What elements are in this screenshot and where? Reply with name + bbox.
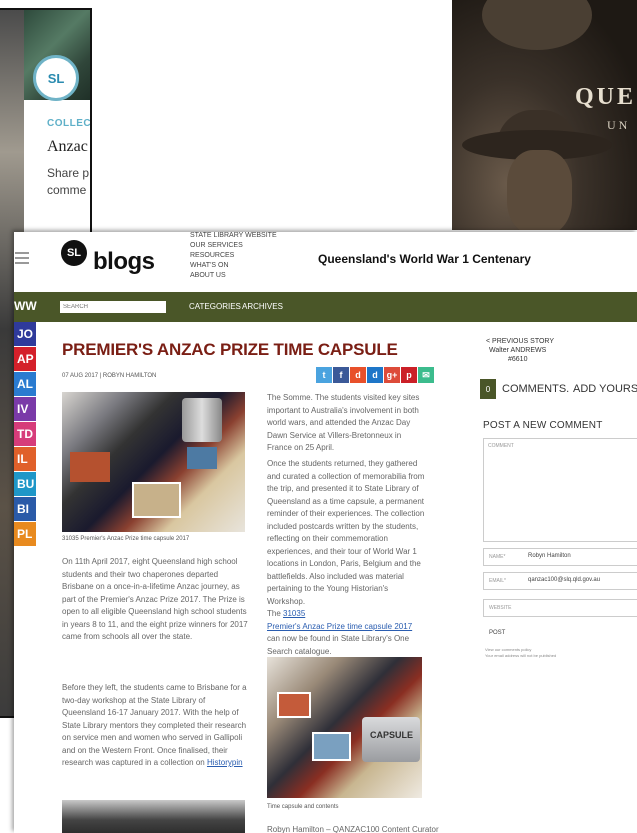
blogs-logo-text[interactable]: blogs [93, 248, 155, 276]
capsule-contents-photo[interactable]: CAPSULE [267, 657, 422, 798]
site-title[interactable]: Queensland's World War 1 Centenary [318, 252, 531, 266]
comments-label: COMMENTS. [502, 383, 570, 395]
nav-categories[interactable]: CATEGORIES [189, 302, 241, 311]
side-tab-jo[interactable]: JO [14, 322, 36, 346]
photo-title-fragment: QUE [575, 84, 637, 110]
capsule-tin: CAPSULE [362, 717, 420, 762]
sl-logo-badge: SL [33, 55, 79, 101]
nav-ww-tab[interactable]: WW [14, 299, 37, 313]
side-tab-iv[interactable]: IV [14, 397, 36, 421]
email-field[interactable]: EMAIL* qanzac100@slq.qld.gov.au [483, 572, 637, 590]
card-title[interactable]: Anzac [47, 138, 88, 156]
email-label: EMAIL* [489, 578, 506, 584]
paragraph-5-suffix: can now be found in State Library's One … [267, 634, 410, 656]
comment-placeholder: COMMENT [488, 443, 514, 449]
post-paragraph-3: The Somme. The students visited key site… [267, 393, 420, 452]
sl-logo-icon[interactable]: SL [61, 240, 87, 266]
paragraph-2-text: Before they left, the students came to B… [62, 683, 247, 767]
paragraph-5-prefix: The [267, 609, 284, 618]
post-title: PREMIER'S ANZAC PRIZE TIME CAPSULE [62, 340, 398, 359]
top-link-state-library[interactable]: STATE LIBRARY WEBSITE [190, 232, 277, 241]
post-paragraph-1: On 11th April 2017, eight Queensland hig… [62, 557, 248, 641]
post-new-comment-heading: POST A NEW COMMENT [483, 420, 603, 431]
photo-print-shape [132, 482, 181, 518]
time-capsule-photo[interactable] [62, 392, 245, 532]
card-collection-label: COLLECTI [47, 118, 92, 129]
comment-textarea[interactable]: COMMENT [483, 438, 637, 542]
historypin-link[interactable]: Historypin [207, 758, 243, 767]
postcard-shape [277, 692, 311, 718]
nav-archives[interactable]: ARCHIVES [242, 302, 283, 311]
soldier-silhouette-top [482, 0, 592, 50]
name-value: Robyn Hamilton [528, 553, 571, 559]
top-links: STATE LIBRARY WEBSITE OUR SERVICES RESOU… [190, 232, 277, 281]
googleplus-icon[interactable]: g+ [384, 367, 400, 383]
side-tab-ap[interactable]: AP [14, 347, 36, 371]
name-label: NAME* [489, 554, 506, 560]
image1-caption: 31035 Premier's Anzac Prize time capsule… [62, 536, 190, 542]
share-icons: t f d d g+ p ✉ [316, 367, 434, 383]
comments-bar: 0 COMMENTS. ADD YOURS [480, 379, 637, 399]
postcard-shape [187, 447, 217, 469]
post-paragraph-4: Once the students returned, they gathere… [267, 459, 425, 606]
top-link-about-us[interactable]: ABOUT US [190, 271, 277, 281]
blog-page: SL blogs STATE LIBRARY WEBSITE OUR SERVI… [14, 232, 637, 833]
top-link-our-services[interactable]: OUR SERVICES [190, 241, 277, 251]
digg-icon[interactable]: d [367, 367, 383, 383]
previous-story-number: #6610 [508, 356, 528, 363]
postcard-shape [312, 732, 351, 761]
email-value: qanzac100@slq.qld.gov.au [528, 577, 601, 583]
tin-shape [182, 398, 222, 442]
side-tabs: JO AP AL IV TD IL BU BI PL [14, 322, 36, 547]
menu-icon[interactable] [15, 252, 29, 264]
side-tab-bu[interactable]: BU [14, 472, 36, 496]
website-label: WEBSITE [489, 605, 512, 611]
blog-header: SL blogs STATE LIBRARY WEBSITE OUR SERVI… [14, 232, 637, 292]
bottom-photo[interactable] [62, 800, 245, 833]
facebook-icon[interactable]: f [333, 367, 349, 383]
time-capsule-link[interactable]: Premier's Anzac Prize time capsule 2017 [267, 622, 412, 631]
background-soldier-photo: QUE UN [452, 0, 637, 230]
soldier-face [507, 150, 572, 230]
card-share-text: Share p comme [47, 166, 90, 197]
pinterest-icon[interactable]: p [401, 367, 417, 383]
image2-caption: Time capsule and contents [267, 804, 339, 810]
name-field[interactable]: NAME* Robyn Hamilton [483, 548, 637, 566]
previous-story-title: Walter ANDREWS [489, 347, 547, 354]
search-input[interactable] [60, 301, 166, 313]
photo-subtitle-fragment: UN [607, 118, 631, 132]
catalogue-number-link[interactable]: 31035 [283, 609, 305, 618]
delicious-icon[interactable]: d [350, 367, 366, 383]
post-comment-button[interactable]: POST [489, 630, 505, 636]
nav-bar: WW CATEGORIES ARCHIVES [14, 292, 637, 322]
email-privacy-note: Your email address will not be published [485, 653, 557, 658]
email-icon[interactable]: ✉ [418, 367, 434, 383]
side-tab-al[interactable]: AL [14, 372, 36, 396]
post-meta: 07 AUG 2017 | ROBYN HAMILTON [62, 373, 157, 379]
top-link-whats-on[interactable]: WHAT'S ON [190, 261, 277, 271]
top-link-resources[interactable]: RESOURCES [190, 251, 277, 261]
side-tab-il[interactable]: IL [14, 447, 36, 471]
comment-notes: View our comments policy Your email addr… [485, 647, 556, 659]
author-line: Robyn Hamilton – QANZAC100 Content Curat… [267, 825, 439, 833]
previous-story-label: < PREVIOUS STORY [486, 338, 555, 345]
postcard-shape [70, 452, 110, 482]
post-paragraph-5: The 31035 Premier's Anzac Prize time cap… [267, 608, 427, 658]
comments-count: 0 [480, 379, 496, 399]
side-tab-td[interactable]: TD [14, 422, 36, 446]
side-tab-pl[interactable]: PL [14, 522, 36, 546]
twitter-icon[interactable]: t [316, 367, 332, 383]
add-comment-link[interactable]: ADD YOURS [573, 383, 637, 395]
side-tab-bi[interactable]: BI [14, 497, 36, 521]
website-field[interactable]: WEBSITE [483, 599, 637, 617]
previous-story-link[interactable]: < PREVIOUS STORY Walter ANDREWS #6610 [486, 337, 554, 364]
post-paragraph-2: Before they left, the students came to B… [62, 682, 248, 770]
